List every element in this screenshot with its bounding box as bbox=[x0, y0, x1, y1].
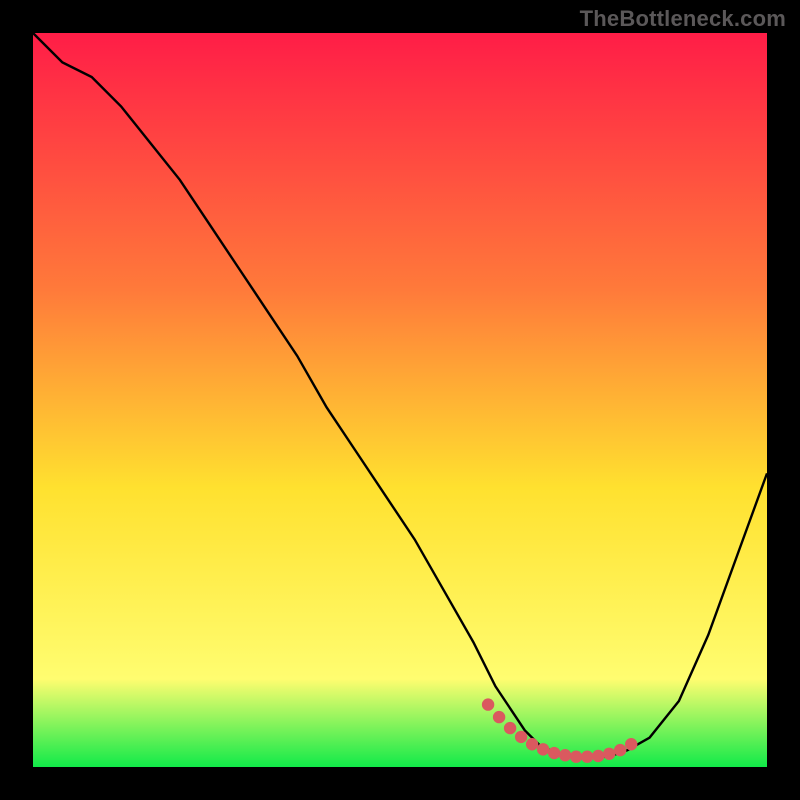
valley-marker bbox=[526, 738, 538, 750]
watermark-text: TheBottleneck.com bbox=[580, 6, 786, 32]
valley-marker bbox=[570, 751, 582, 763]
plot-area bbox=[33, 33, 767, 767]
bottleneck-chart-svg bbox=[33, 33, 767, 767]
valley-marker bbox=[504, 722, 516, 734]
valley-marker bbox=[603, 748, 615, 760]
valley-marker bbox=[515, 731, 527, 743]
valley-marker bbox=[559, 749, 571, 761]
valley-marker bbox=[581, 751, 593, 763]
chart-frame: TheBottleneck.com bbox=[0, 0, 800, 800]
valley-marker bbox=[614, 744, 626, 756]
gradient-background bbox=[33, 33, 767, 767]
valley-marker bbox=[592, 750, 604, 762]
valley-marker bbox=[482, 698, 494, 710]
valley-marker bbox=[537, 743, 549, 755]
valley-marker bbox=[493, 711, 505, 723]
valley-marker bbox=[625, 738, 637, 750]
valley-marker bbox=[548, 747, 560, 759]
